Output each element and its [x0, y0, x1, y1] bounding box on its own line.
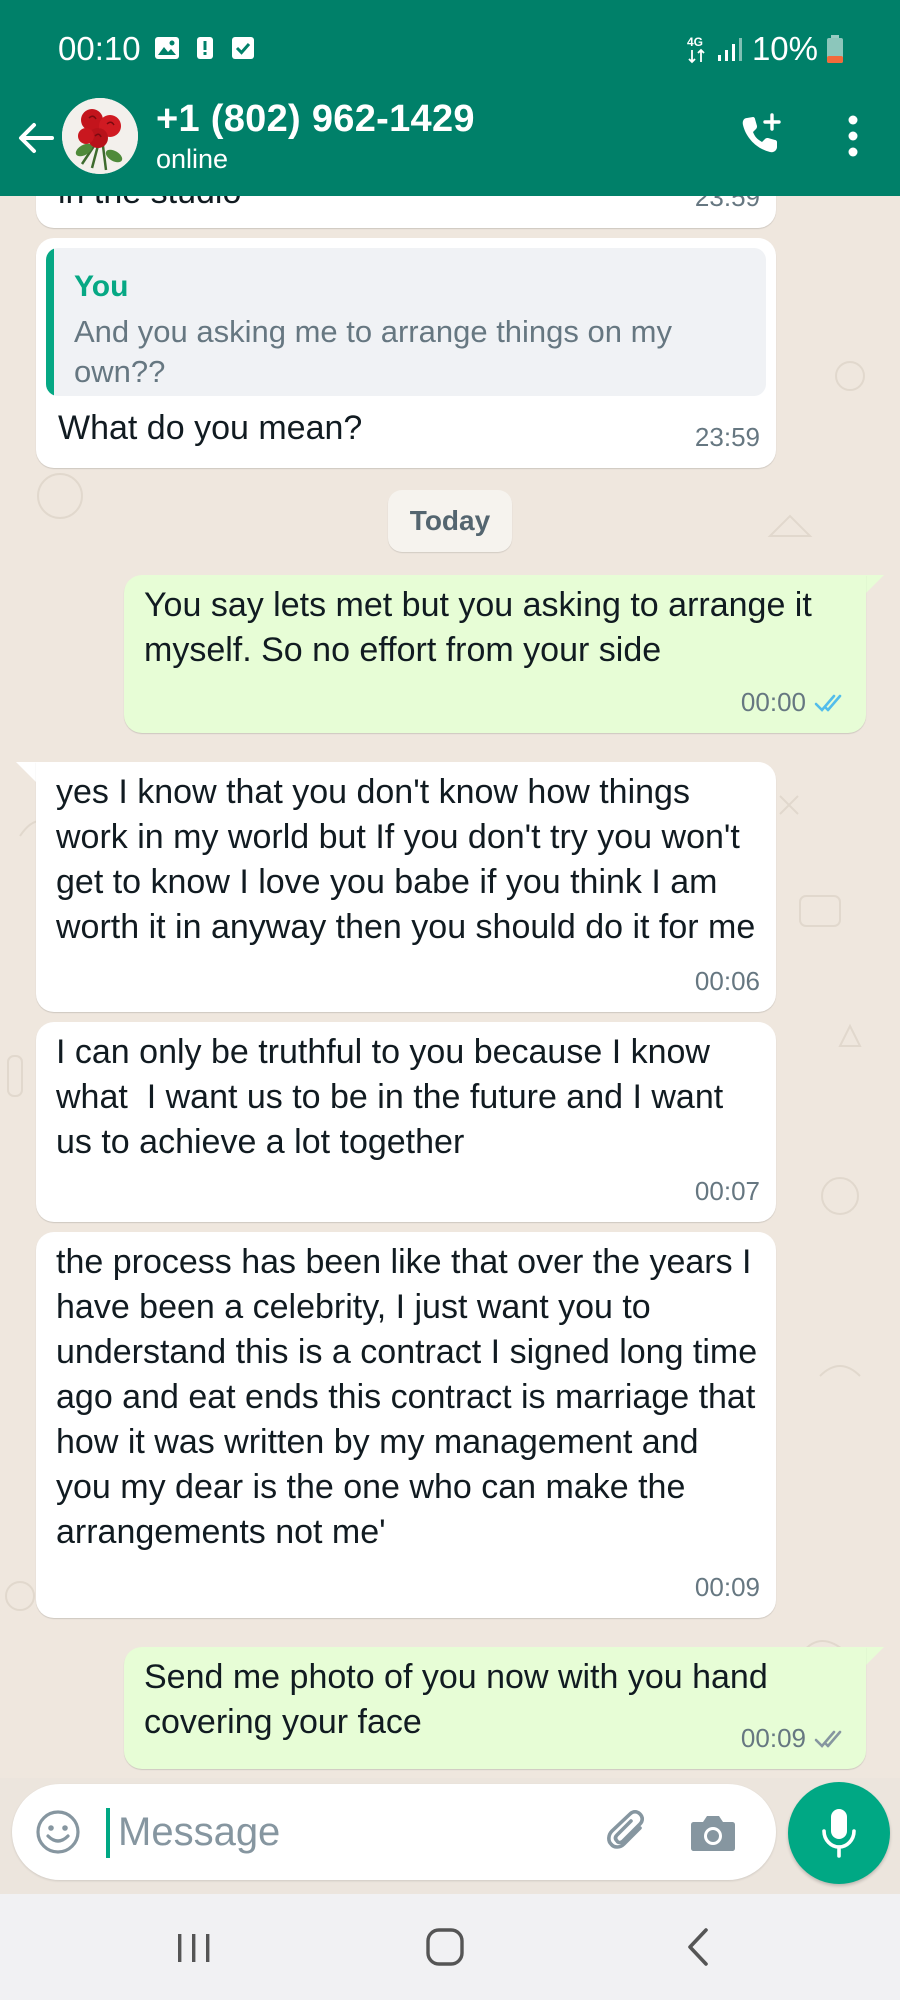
- text-cursor: [106, 1808, 110, 1858]
- message-time-value: 23:59: [694, 196, 760, 212]
- bubble-tail: [16, 762, 38, 784]
- message-time: 00:00: [741, 680, 850, 725]
- message-time: 00:09: [741, 1716, 850, 1761]
- message-text: I can only be truthful to you because I …: [56, 1033, 733, 1161]
- message-text: the process has been like that over the …: [56, 1243, 767, 1551]
- message-bubble-incoming[interactable]: in the studio 23:59: [36, 196, 776, 228]
- message-time: 00:09: [695, 1565, 760, 1610]
- network-4g-icon: 4G: [687, 35, 705, 64]
- message-text: Send me photo of you now with you hand c…: [144, 1658, 778, 1741]
- message-time: 23:59: [695, 196, 760, 220]
- battery-icon: [827, 35, 843, 63]
- quote-text: And you asking me to arrange things on m…: [74, 314, 672, 389]
- back-nav-icon[interactable]: [682, 1924, 712, 1970]
- message-time-value: 23:59: [694, 422, 760, 452]
- avatar-roses-image: [62, 98, 138, 174]
- status-right: 4G 10%: [686, 30, 844, 68]
- contact-name[interactable]: +1 (802) 962-1429: [156, 98, 475, 141]
- avatar[interactable]: [62, 98, 138, 174]
- voice-record-button[interactable]: [788, 1782, 890, 1884]
- message-time: 00:06: [695, 959, 760, 1004]
- signal-icon: [717, 38, 742, 61]
- status-notification-icons: [154, 36, 256, 60]
- message-text: What do you mean?: [58, 409, 363, 447]
- message-text: in the studio: [58, 196, 241, 215]
- message-composer: [12, 1784, 776, 1880]
- quote-author: You: [74, 270, 129, 303]
- add-call-icon[interactable]: [738, 112, 784, 158]
- message-time-value: 00:07: [694, 1176, 760, 1206]
- date-separator-chip: Today: [388, 490, 512, 552]
- read-receipt-icon: [814, 694, 842, 712]
- mic-icon: [822, 1809, 856, 1858]
- message-input[interactable]: [118, 1802, 458, 1862]
- message-time-value: 00:06: [694, 966, 760, 996]
- emoji-icon[interactable]: [34, 1808, 82, 1856]
- message-text: yes I know that you don't know how thing…: [56, 773, 756, 946]
- chat-messages-area[interactable]: in the studio 23:59 You And you asking m…: [0, 196, 900, 1778]
- message-bubble-outgoing[interactable]: You say lets met but you asking to arran…: [124, 575, 866, 733]
- gallery-notification-icon: [155, 37, 179, 59]
- check-notification-icon: [232, 37, 254, 59]
- back-arrow-icon[interactable]: [14, 116, 58, 160]
- paperclip-icon[interactable]: [602, 1806, 654, 1858]
- alert-notification-icon: [197, 37, 213, 59]
- message-bubble-outgoing[interactable]: Send me photo of you now with you hand c…: [124, 1647, 866, 1769]
- message-time: 00:07: [695, 1169, 760, 1214]
- battery-percent: 10%: [751, 30, 818, 67]
- camera-icon[interactable]: [688, 1808, 738, 1856]
- home-icon[interactable]: [424, 1926, 466, 1968]
- quote-accent-bar: [46, 248, 54, 396]
- message-time-value: 00:09: [740, 1723, 806, 1753]
- more-vertical-icon[interactable]: [838, 112, 868, 160]
- message-bubble-incoming-reply[interactable]: You And you asking me to arrange things …: [36, 238, 776, 468]
- chat-header: +1 (802) 962-1429 online: [0, 98, 900, 196]
- message-time-value: 00:00: [740, 687, 806, 717]
- quoted-message[interactable]: You And you asking me to arrange things …: [46, 248, 766, 396]
- contact-status: online: [156, 144, 229, 174]
- svg-text:4G: 4G: [687, 35, 703, 49]
- system-navigation-bar: [0, 1894, 900, 2000]
- message-text: You say lets met but you asking to arran…: [144, 586, 822, 669]
- message-time: 23:59: [695, 415, 760, 460]
- message-bubble-incoming[interactable]: yes I know that you don't know how thing…: [36, 762, 776, 1012]
- message-bubble-incoming[interactable]: I can only be truthful to you because I …: [36, 1022, 776, 1222]
- status-time: 00:10: [58, 30, 141, 67]
- recent-apps-icon[interactable]: [174, 1928, 214, 1968]
- delivered-receipt-icon: [814, 1730, 842, 1748]
- message-bubble-incoming[interactable]: the process has been like that over the …: [36, 1232, 776, 1618]
- status-bar: 00:10 4G 10%: [0, 0, 900, 98]
- message-time-value: 00:09: [694, 1572, 760, 1602]
